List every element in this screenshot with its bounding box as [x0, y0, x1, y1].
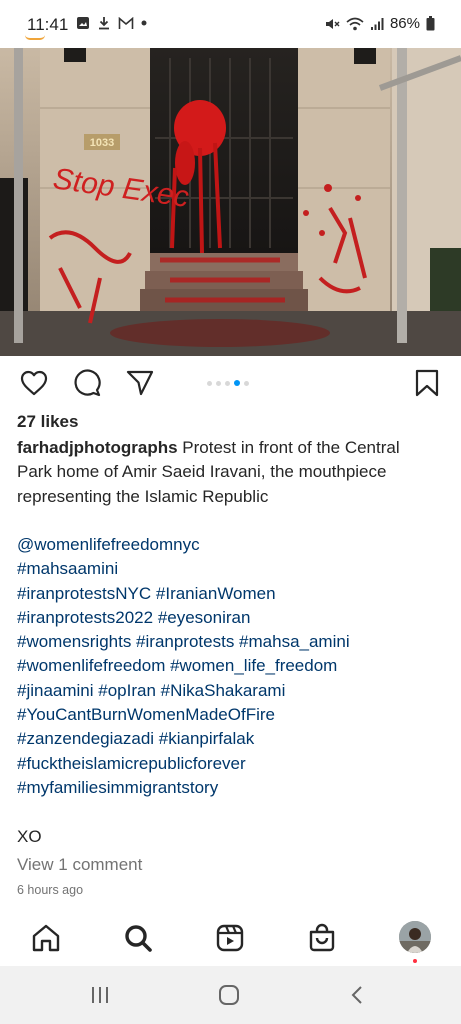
- post-username[interactable]: farhadjphotographs: [17, 438, 178, 457]
- hashtag-block: @womenlifefreedomnyc #mahsaamini #iranpr…: [17, 533, 447, 800]
- post-caption: farhadjphotographs Protest in front of t…: [17, 436, 437, 509]
- share-send-icon[interactable]: [125, 368, 155, 398]
- hashtag-line[interactable]: @womenlifefreedomnyc: [17, 533, 447, 557]
- download-icon: [99, 17, 109, 30]
- hashtag-line[interactable]: #jinaamini #opIran #NikaShakarami: [17, 679, 447, 703]
- amazon-smile-icon: [25, 35, 45, 40]
- profile-avatar[interactable]: [399, 921, 431, 953]
- battery-icon: [426, 16, 435, 31]
- hashtag-line[interactable]: #zanzendegiazadi #kianpirfalak: [17, 727, 447, 751]
- status-bar: 11:41 86%: [0, 0, 461, 48]
- dot-icon: [141, 20, 147, 26]
- caption-signoff: XO: [17, 827, 42, 846]
- hashtag-line[interactable]: #iranprotests2022 #eyesoniran: [17, 606, 447, 630]
- hashtag-line[interactable]: #myfamiliesimmigrantstory: [17, 776, 447, 800]
- gmail-icon: [118, 16, 134, 29]
- hashtag-line[interactable]: #mahsaamini: [17, 557, 447, 581]
- post-photo[interactable]: 1033 Stop Exec: [0, 48, 461, 356]
- likes-count[interactable]: 27 likes: [17, 412, 78, 432]
- shop-icon[interactable]: [306, 922, 338, 954]
- view-comments-link[interactable]: View 1 comment: [17, 855, 142, 875]
- carousel-dot-active: [234, 380, 240, 386]
- save-bookmark-icon[interactable]: [412, 368, 442, 398]
- hashtag-line[interactable]: #iranprotestsNYC #IranianWomen: [17, 582, 447, 606]
- home-icon[interactable]: [30, 922, 62, 954]
- carousel-dot: [225, 380, 230, 386]
- avatar-image: [399, 921, 431, 953]
- notification-dot: [413, 959, 417, 963]
- hashtag-line[interactable]: #YouCantBurnWomenMadeOfFire: [17, 703, 447, 727]
- bottom-nav: [0, 912, 461, 964]
- post-timestamp: 6 hours ago: [17, 883, 84, 897]
- battery-percent: 86%: [389, 15, 420, 32]
- post-actions: [0, 362, 461, 404]
- status-time: 11:41: [27, 15, 69, 34]
- recents-icon[interactable]: [88, 983, 112, 1007]
- signal-icon: [370, 17, 384, 30]
- carousel-dot: [216, 380, 221, 386]
- reels-icon[interactable]: [214, 922, 246, 954]
- address-plaque: 1033: [90, 137, 114, 149]
- post-image: 1033 Stop Exec: [0, 48, 461, 356]
- hashtag-line[interactable]: #womenlifefreedom #women_life_freedom: [17, 654, 447, 678]
- comment-icon[interactable]: [72, 368, 102, 398]
- mute-icon: [325, 18, 340, 29]
- carousel-dot: [207, 380, 212, 386]
- home-button-icon[interactable]: [217, 983, 241, 1007]
- carousel-indicator: [207, 380, 249, 386]
- system-nav-bar: [0, 966, 461, 1024]
- carousel-dot: [244, 380, 249, 386]
- wifi-icon: [346, 17, 364, 30]
- hashtag-line[interactable]: #womensrights #iranprotests #mahsa_amini: [17, 630, 447, 654]
- hashtag-line[interactable]: #fucktheislamicrepublicforever: [17, 752, 447, 776]
- like-heart-icon[interactable]: [19, 368, 49, 398]
- back-icon[interactable]: [346, 983, 370, 1007]
- search-icon[interactable]: [122, 922, 154, 954]
- gallery-icon: [77, 17, 89, 29]
